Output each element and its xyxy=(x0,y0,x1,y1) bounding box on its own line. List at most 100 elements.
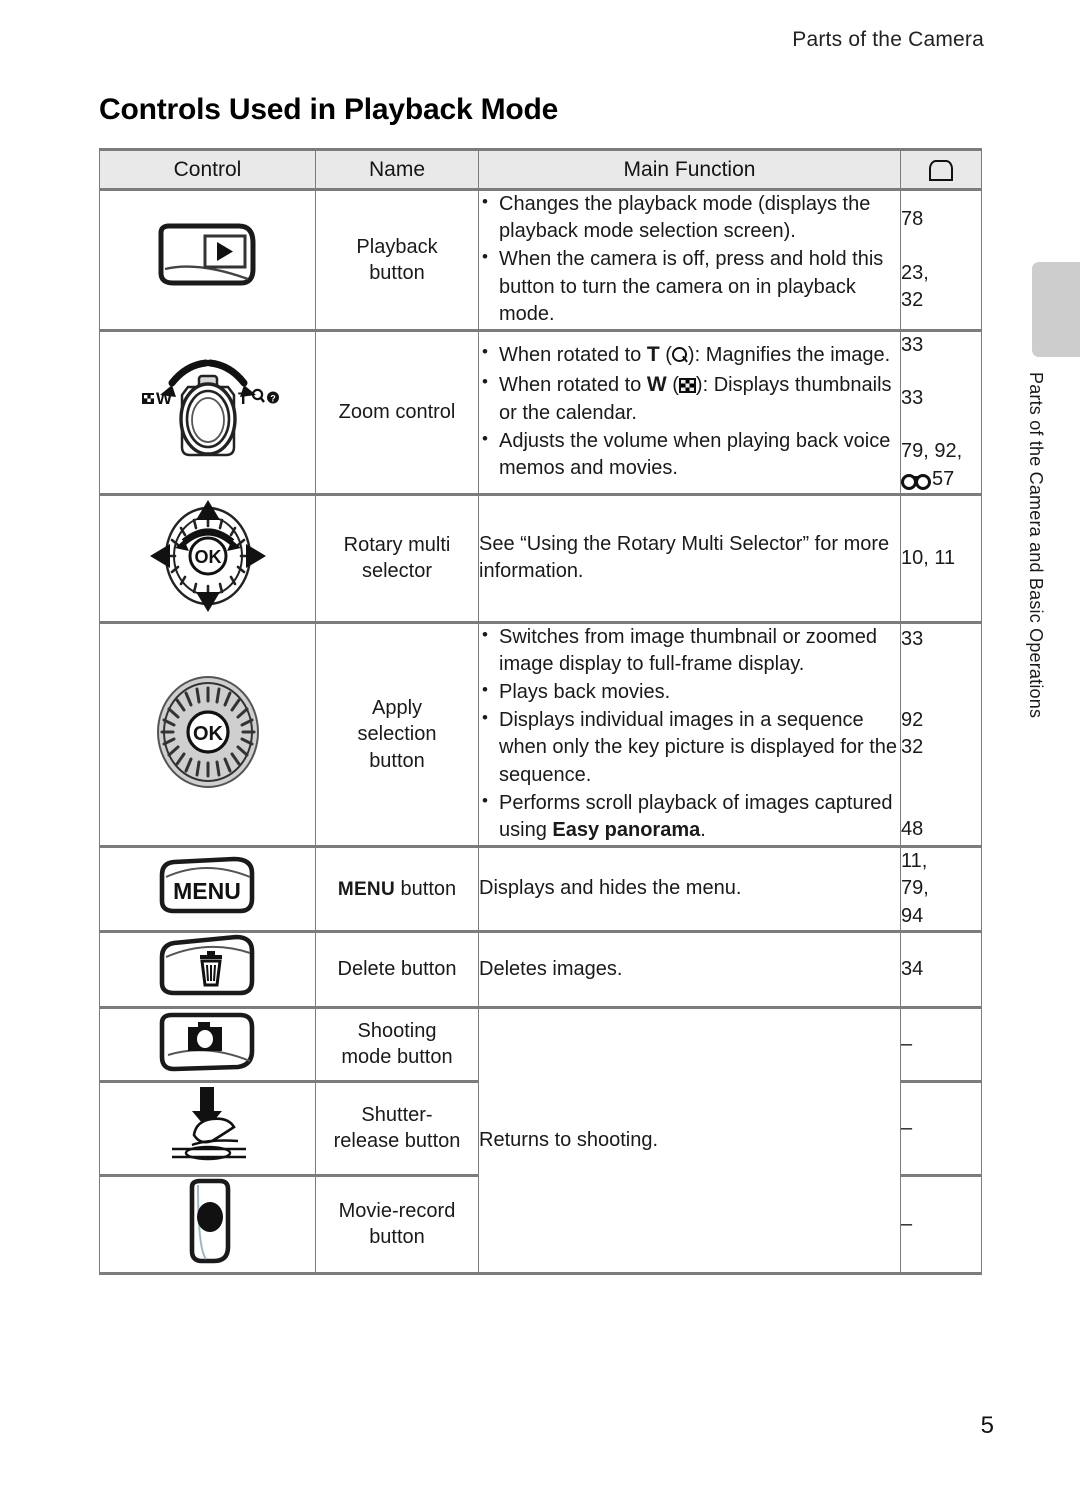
page-number: 5 xyxy=(980,1412,994,1439)
tele-label: T xyxy=(646,343,660,367)
control-name-line2: selector xyxy=(361,560,433,583)
reference-page: 78 xyxy=(901,207,924,230)
table-row: Playback button Changes the playback mod… xyxy=(99,189,982,332)
function-bullet: Adjusts the volume when playing back voi… xyxy=(479,427,900,482)
function-text: Displays and hides the menu. xyxy=(479,877,742,900)
function-cell: When rotated to T (): Magnifies the imag… xyxy=(478,329,901,496)
reference-page: 33 xyxy=(901,333,924,356)
table-row: OK Apply selection button Switches from … xyxy=(99,621,982,849)
control-cell: OK xyxy=(99,621,316,849)
control-cell xyxy=(99,1080,316,1177)
reference-cell: 33 92 32 48 xyxy=(900,621,982,849)
wide-label: W xyxy=(646,373,667,397)
column-header-main-function: Main Function xyxy=(478,148,901,191)
menu-button-icon: MENU xyxy=(156,855,260,917)
open-book-icon xyxy=(928,159,954,181)
menu-label-suffix: button xyxy=(394,877,457,900)
function-text: Deletes images. xyxy=(479,957,623,980)
table-header-row: Control Name Main Function xyxy=(99,148,982,191)
name-cell: Shutter- release button xyxy=(315,1080,479,1177)
reference-page-symbol: 57 xyxy=(901,466,981,493)
table-row: MENU MENU button Displays and hides the … xyxy=(99,846,982,933)
reference-cell: – xyxy=(900,1080,982,1177)
reference-cell: 78 23, 32 xyxy=(900,189,982,332)
svg-text:T: T xyxy=(238,389,249,408)
thumbnail-grid-icon xyxy=(678,378,696,394)
shooting-mode-button-icon xyxy=(156,1009,260,1075)
reference-page: 33 xyxy=(901,387,924,410)
reference-page: – xyxy=(901,1116,913,1139)
column-header-control: Control xyxy=(99,148,316,191)
name-cell: Shooting mode button xyxy=(315,1006,479,1083)
control-name-line2: mode button xyxy=(341,1046,453,1069)
control-cell xyxy=(99,930,316,1009)
rotary-multi-selector-icon: OK xyxy=(144,496,272,616)
svg-text:OK: OK xyxy=(194,547,221,567)
reference-cell: – xyxy=(900,1006,982,1083)
reference-page: 23, xyxy=(901,261,929,284)
link-symbol-icon xyxy=(901,471,931,490)
function-cell-merged: Returns to shooting. xyxy=(478,1006,901,1275)
name-cell: Playback button xyxy=(315,189,479,332)
easy-panorama-term: Easy panorama xyxy=(552,819,701,841)
reference-page: 79, 92, xyxy=(901,440,963,463)
control-name-line2: button xyxy=(369,1226,425,1249)
reference-page: 94 xyxy=(901,904,924,927)
control-cell xyxy=(99,189,316,332)
apply-selection-button-icon: OK xyxy=(150,672,266,792)
control-name-line1: Shutter- xyxy=(361,1103,433,1126)
reference-page: 32 xyxy=(901,736,924,759)
control-name-line1: Rotary multi xyxy=(343,533,451,556)
control-cell: OK xyxy=(99,493,316,624)
function-bullet: Displays individual images in a sequence… xyxy=(479,706,900,789)
shutter-release-button-icon xyxy=(156,1083,260,1169)
function-cell: Changes the playback mode (displays the … xyxy=(478,189,901,332)
column-header-name: Name xyxy=(315,148,479,191)
delete-button-icon xyxy=(156,933,260,1001)
name-cell: Zoom control xyxy=(315,329,479,496)
control-name-line3: button xyxy=(369,749,425,772)
control-name-line1: Shooting xyxy=(357,1019,437,1042)
control-name-line2: button xyxy=(369,261,425,284)
svg-text:OK: OK xyxy=(193,723,224,745)
zoom-control-icon: W T ? xyxy=(128,351,288,469)
function-cell: See “Using the Rotary Multi Selector” fo… xyxy=(478,493,901,624)
function-cell: Deletes images. xyxy=(478,930,901,1009)
function-bullet: Changes the playback mode (displays the … xyxy=(479,190,900,245)
reference-page: 34 xyxy=(901,957,924,980)
movie-record-button-icon xyxy=(156,1177,260,1267)
control-name-line2: release button xyxy=(333,1130,461,1153)
reference-page: – xyxy=(901,1032,913,1055)
reference-cell: 34 xyxy=(900,930,982,1009)
name-cell: MENU button xyxy=(315,846,479,933)
function-bullet: When the camera is off, press and hold t… xyxy=(479,245,900,328)
control-name-line1: Apply xyxy=(371,696,423,719)
control-cell xyxy=(99,1006,316,1083)
playback-button-icon xyxy=(153,221,263,293)
function-bullet: When rotated to W (): Displays thumbnail… xyxy=(479,370,900,427)
svg-text:MENU: MENU xyxy=(173,878,241,904)
reference-page: 32 xyxy=(901,289,924,312)
reference-page: 10, 11 xyxy=(901,546,956,569)
function-bullet: Performs scroll playback of images captu… xyxy=(479,789,900,844)
running-header: Parts of the Camera xyxy=(792,28,984,51)
table-row: OK Rotary multi selector See “Using the … xyxy=(99,493,982,624)
name-cell: Rotary multi selector xyxy=(315,493,479,624)
side-tab-label: Parts of the Camera and Basic Operations xyxy=(1026,372,1046,719)
name-cell: Delete button xyxy=(315,930,479,1009)
svg-text:?: ? xyxy=(270,393,276,403)
column-header-reference xyxy=(900,148,982,191)
reference-cell: 11, 79, 94 xyxy=(900,846,982,933)
control-name-line2: selection xyxy=(357,723,437,746)
reference-page: – xyxy=(901,1212,913,1235)
function-cell: Switches from image thumbnail or zoomed … xyxy=(478,621,901,849)
reference-cell: 10, 11 xyxy=(900,493,982,624)
control-cell xyxy=(99,1174,316,1275)
function-bullet: When rotated to T (): Magnifies the imag… xyxy=(479,341,900,370)
function-cell: Displays and hides the menu. xyxy=(478,846,901,933)
svg-text:W: W xyxy=(156,389,173,408)
table-row: W T ? Zoom control • When rotated to T (… xyxy=(99,329,982,496)
control-cell: W T ? xyxy=(99,329,316,496)
controls-table: Control Name Main Function Playback butt… xyxy=(99,148,982,1275)
side-tab-marker xyxy=(1032,262,1080,357)
